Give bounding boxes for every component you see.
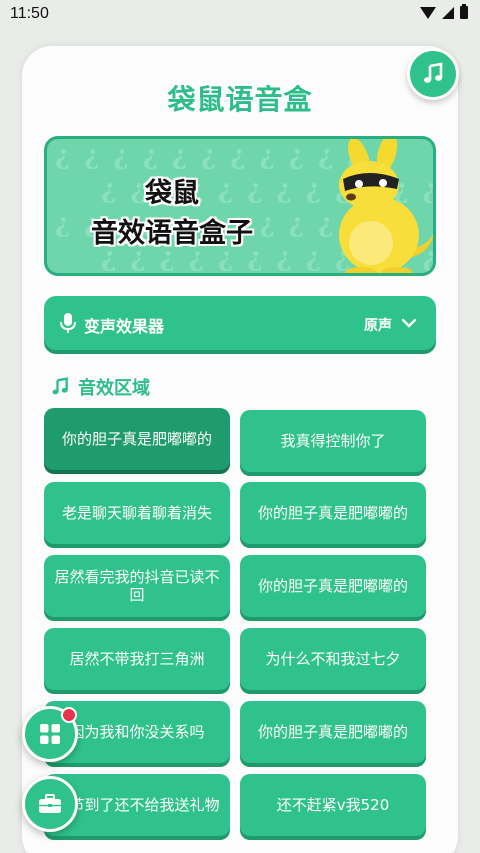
- notification-badge: [61, 707, 77, 723]
- banner-title-line2: 音效语音盒子: [91, 218, 253, 249]
- sound-button-label: 夕节到了还不给我送礼物: [54, 796, 220, 814]
- voice-changer-dropdown[interactable]: 变声效果器 原声: [44, 296, 436, 350]
- sound-button[interactable]: 居然看完我的抖音已读不回: [44, 555, 230, 617]
- signal-icon: [442, 6, 454, 19]
- toolbox-icon: [39, 794, 61, 813]
- banner[interactable]: ¿¿¿¿¿¿¿¿¿¿¿¿ ¿¿¿¿¿¿¿¿¿¿¿¿ ¿¿¿¿¿¿¿¿¿¿¿¿ ¿…: [44, 136, 436, 276]
- sound-button-label: 老是聊天聊着聊着消失: [61, 504, 212, 522]
- sound-button-label: 你的胆子真是肥嘟嘟的: [257, 723, 408, 741]
- wifi-icon: [420, 6, 436, 19]
- microphone-icon: [60, 313, 76, 333]
- sound-button[interactable]: 你的胆子真是肥嘟嘟的: [44, 408, 230, 470]
- sound-button[interactable]: 居然不带我打三角洲: [44, 628, 230, 690]
- sound-button[interactable]: 你的胆子真是肥嘟嘟的: [240, 701, 426, 763]
- voice-changer-label: 变声效果器: [84, 317, 165, 336]
- sound-button-label: 还不赶紧v我520: [276, 796, 390, 814]
- sound-button-label: 居然看完我的抖音已读不回: [54, 568, 220, 604]
- music-note-icon: [424, 62, 443, 83]
- status-time: 11:50: [10, 5, 49, 22]
- sound-button[interactable]: 我真得控制你了: [240, 410, 426, 472]
- sound-button[interactable]: 老是聊天聊着聊着消失: [44, 482, 230, 544]
- sound-button[interactable]: 你的胆子真是肥嘟嘟的: [240, 482, 426, 544]
- status-icons: [420, 4, 468, 19]
- battery-icon: [460, 4, 468, 19]
- banner-title-line1: 袋鼠: [145, 178, 199, 209]
- grid-icon: [40, 724, 60, 744]
- sound-button-label: 居然不带我打三角洲: [69, 650, 205, 668]
- voice-changer-value: 原声: [364, 318, 392, 334]
- chevron-down-icon: [401, 318, 417, 328]
- sound-button-label: 为什么不和我过七夕: [265, 650, 401, 668]
- section-title: 音效区域: [78, 378, 150, 399]
- sound-button[interactable]: 还不赶紧v我520: [240, 774, 426, 836]
- sound-button-label: 你的胆子真是肥嘟嘟的: [61, 430, 212, 448]
- sound-button[interactable]: 为什么不和我过七夕: [240, 628, 426, 690]
- status-bar: 11:50: [0, 0, 480, 28]
- sound-button-label: 你的胆子真是肥嘟嘟的: [257, 504, 408, 522]
- grid-menu-button[interactable]: [22, 706, 78, 762]
- sound-button-label: 你的胆子真是肥嘟嘟的: [257, 577, 408, 595]
- section-header: 音效区域: [50, 374, 150, 400]
- kangaroo-mascot: [339, 139, 433, 273]
- sound-button[interactable]: 你的胆子真是肥嘟嘟的: [240, 555, 426, 617]
- sound-button-label: 我真得控制你了: [280, 432, 386, 450]
- music-note-icon: [52, 377, 68, 395]
- music-button[interactable]: [407, 48, 459, 100]
- toolbox-button[interactable]: [22, 776, 78, 832]
- sound-button-label: 因为我和你没关系吗: [69, 723, 205, 741]
